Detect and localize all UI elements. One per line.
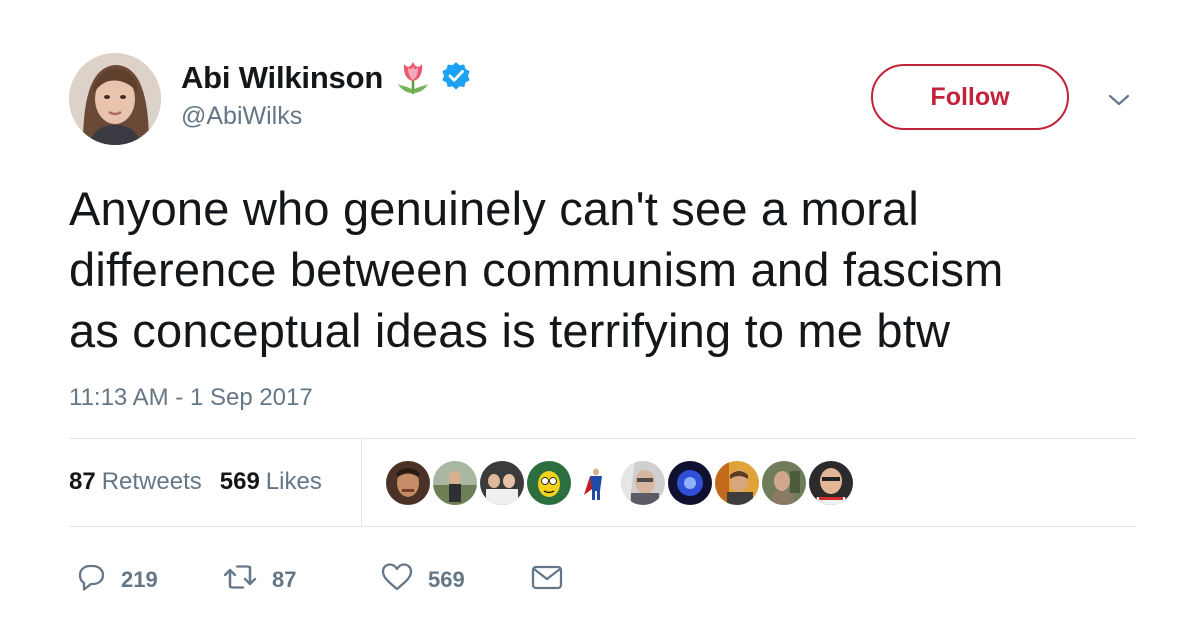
tweet-stats: 87 Retweets 569 Likes	[69, 468, 322, 496]
likes-label: Likes	[265, 468, 322, 495]
retweet-count: 87	[272, 567, 297, 592]
tweet-text: Anyone who genuinely can't see a moral d…	[69, 182, 1004, 357]
retweets-count: 87	[69, 468, 96, 495]
reply-icon	[75, 561, 121, 599]
liker-avatar[interactable]	[574, 461, 618, 505]
author-name-row: Abi Wilkinson	[181, 58, 471, 98]
follow-button[interactable]: Follow	[871, 64, 1069, 130]
tweet-timestamp[interactable]: 11:13 AM - 1 Sep 2017	[69, 384, 313, 412]
tulip-emoji-icon	[383, 56, 433, 101]
heart-icon	[380, 561, 428, 599]
chevron-down-icon[interactable]	[1105, 90, 1133, 110]
likes-count: 569	[219, 468, 260, 495]
like-count: 569	[428, 567, 465, 592]
liker-avatar[interactable]	[480, 461, 524, 505]
stats-vertical-divider	[361, 439, 362, 526]
retweet-button[interactable]: 87	[222, 561, 296, 599]
envelope-icon	[530, 561, 578, 599]
author-handle[interactable]: @AbiWilks	[181, 102, 302, 131]
liker-avatar[interactable]	[668, 461, 712, 505]
reply-button[interactable]: 219	[75, 561, 158, 599]
retweets-stat[interactable]: 87 Retweets	[69, 468, 202, 496]
liker-avatar[interactable]	[762, 461, 806, 505]
reply-count: 219	[121, 567, 158, 592]
liker-avatar[interactable]	[527, 461, 571, 505]
retweet-icon	[222, 561, 272, 599]
liker-avatar[interactable]	[386, 461, 430, 505]
liker-avatar[interactable]	[715, 461, 759, 505]
liker-avatar[interactable]	[433, 461, 477, 505]
divider-top	[69, 438, 1136, 439]
retweets-label: Retweets	[101, 468, 202, 495]
divider-bottom	[69, 526, 1136, 527]
like-button[interactable]: 569	[380, 561, 465, 599]
liker-avatar[interactable]	[809, 461, 853, 505]
liker-avatar[interactable]	[621, 461, 665, 505]
likes-stat[interactable]: 569 Likes	[220, 468, 322, 496]
verified-badge-icon	[433, 61, 471, 96]
author-display-name[interactable]: Abi Wilkinson	[181, 60, 383, 96]
tweet-card: Abi Wilkinson @AbiWilks Follow Anyone wh…	[0, 0, 1200, 637]
liker-avatars	[386, 461, 856, 505]
direct-message-button[interactable]	[530, 561, 578, 599]
author-avatar[interactable]	[69, 53, 161, 145]
avatar-image	[69, 53, 161, 145]
